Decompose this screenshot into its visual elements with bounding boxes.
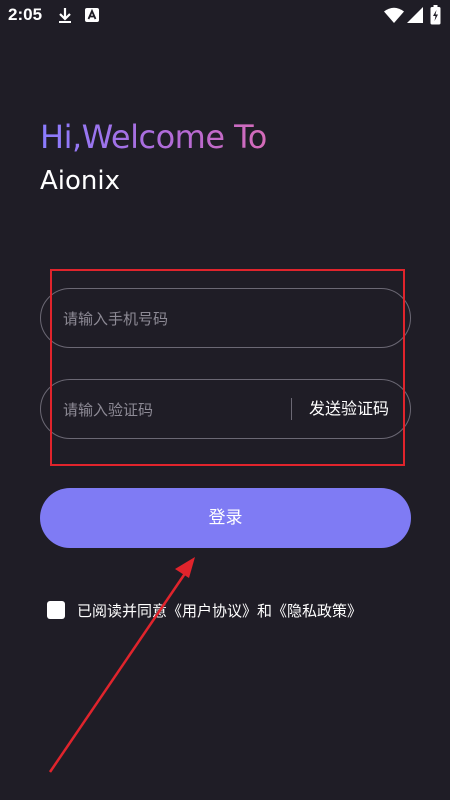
status-bar: 2:05	[0, 0, 450, 32]
a-badge-icon	[84, 6, 100, 28]
agreement-checkbox[interactable]	[47, 601, 65, 619]
app-name: Aionix	[40, 166, 121, 196]
welcome-heading: Hi,Welcome To	[40, 118, 267, 156]
phone-field[interactable]	[40, 288, 411, 349]
code-divider	[291, 398, 292, 420]
wifi-icon	[384, 7, 404, 27]
download-icon	[56, 6, 74, 28]
code-field[interactable]: 发送验证码	[40, 379, 411, 440]
annotation-arrow-head	[175, 557, 195, 578]
send-code-button[interactable]: 发送验证码	[309, 380, 389, 438]
battery-charging-icon	[430, 5, 441, 29]
agreement-text[interactable]: 已阅读并同意《用户协议》和《隐私政策》	[77, 600, 362, 622]
login-button[interactable]: 登录	[40, 488, 411, 548]
status-time: 2:05	[8, 5, 43, 24]
signal-icon	[407, 7, 423, 27]
code-input[interactable]	[61, 380, 285, 440]
phone-input[interactable]	[61, 289, 395, 349]
